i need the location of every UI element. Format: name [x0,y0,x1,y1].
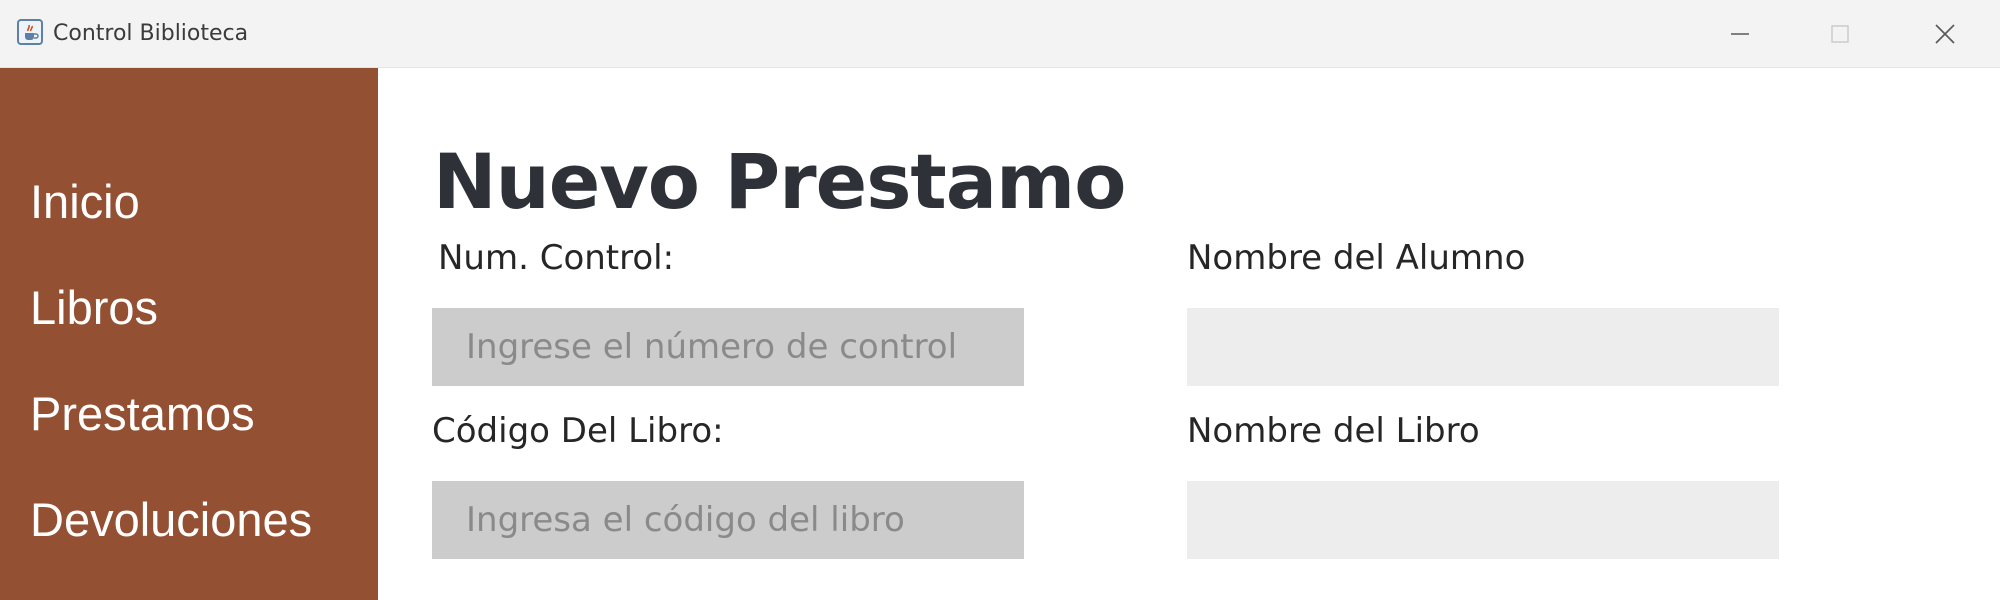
sidebar-item-prestamos[interactable]: Prestamos [30,386,255,441]
minimize-button[interactable] [1690,0,1790,68]
page-title: Nuevo Prestamo [433,137,1126,226]
sidebar-item-inicio[interactable]: Inicio [30,174,140,229]
num-control-input[interactable] [432,308,1024,386]
close-icon [1935,24,1955,44]
num-control-label: Num. Control: [438,238,675,278]
close-button[interactable] [1895,0,1995,68]
nombre-libro-field[interactable] [1187,481,1779,559]
maximize-icon [1831,25,1849,43]
maximize-button[interactable] [1790,0,1890,68]
java-cup-icon [17,19,43,45]
minimize-icon [1731,33,1749,35]
sidebar: Inicio Libros Prestamos Devoluciones [0,68,378,600]
codigo-libro-label: Código Del Libro: [432,411,724,451]
window-title: Control Biblioteca [53,21,249,46]
sidebar-item-libros[interactable]: Libros [30,280,158,335]
nombre-libro-label: Nombre del Libro [1187,411,1480,451]
codigo-libro-input[interactable] [432,481,1024,559]
sidebar-item-devoluciones[interactable]: Devoluciones [30,492,312,547]
nombre-alumno-field[interactable] [1187,308,1779,386]
nombre-alumno-label: Nombre del Alumno [1187,238,1526,278]
window-titlebar: Control Biblioteca [0,0,2000,68]
